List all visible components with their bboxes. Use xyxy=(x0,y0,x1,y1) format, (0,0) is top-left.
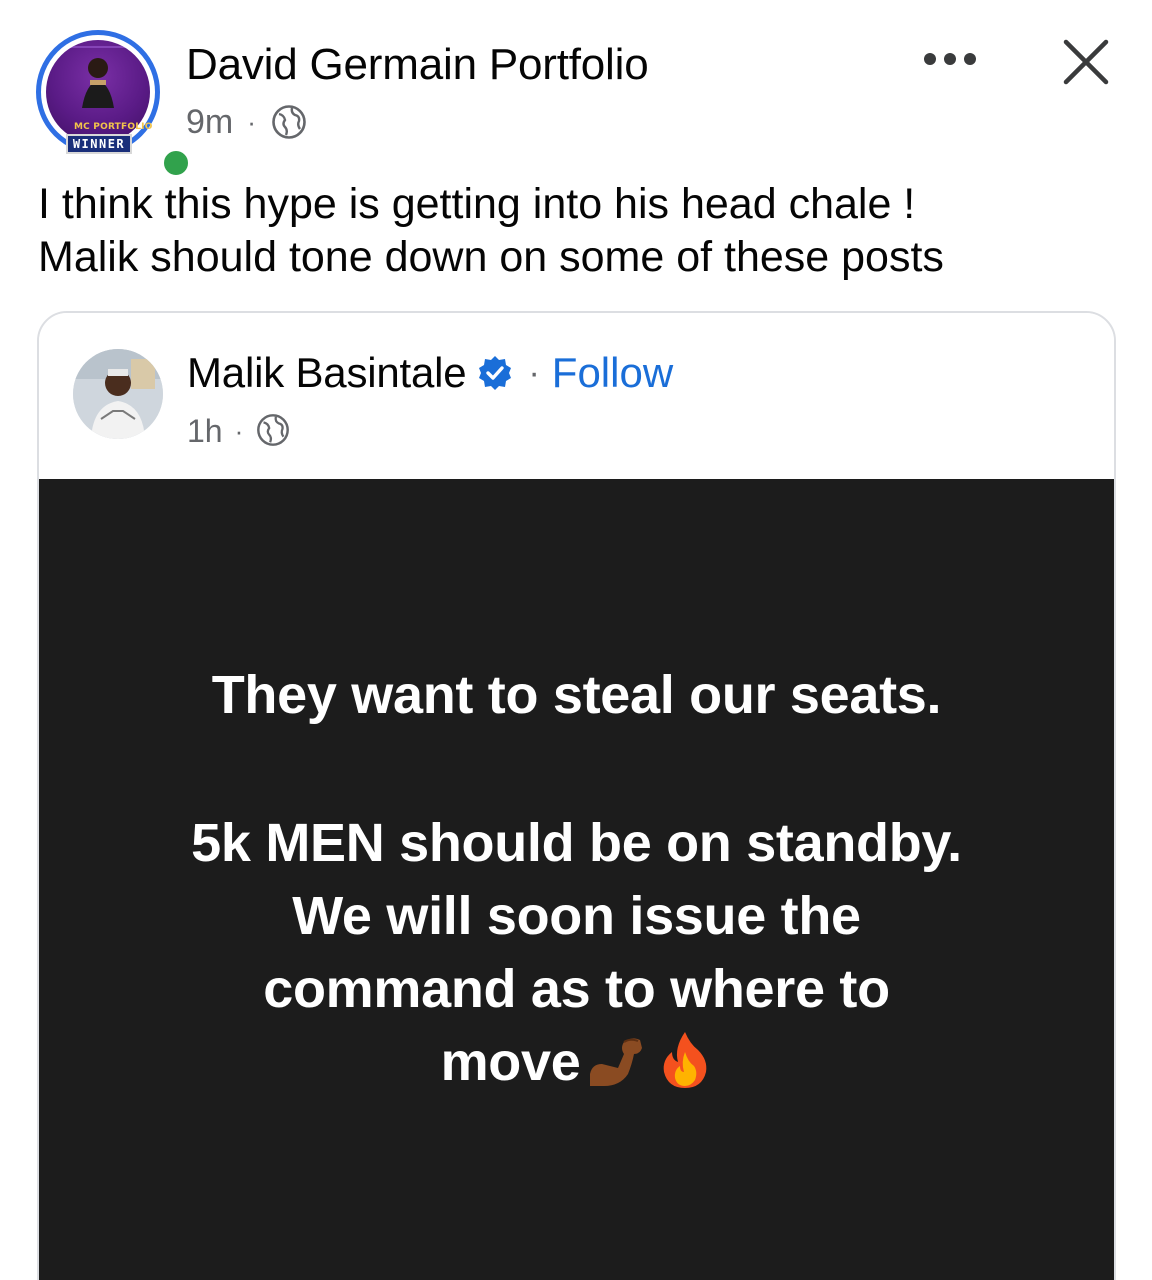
meta-separator: · xyxy=(247,106,256,137)
caption-line: I think this hype is getting into his he… xyxy=(38,180,916,228)
follow-separator: · xyxy=(528,353,540,392)
shared-author-name[interactable]: Malik Basintale xyxy=(187,349,467,397)
caption-line: Malik should tone down on some of these … xyxy=(38,233,944,281)
text-post-background: They want to steal our seats. 5k MEN sho… xyxy=(39,479,1114,1280)
fire-emoji xyxy=(658,1030,712,1109)
post-headline: They want to steal our seats. xyxy=(211,665,942,725)
more-dot xyxy=(924,53,936,65)
shared-post-card[interactable]: Malik Basintale · Follow 1h · They want … xyxy=(37,311,1116,1280)
shared-post-time[interactable]: 1h xyxy=(187,413,223,450)
close-icon[interactable] xyxy=(1058,34,1114,90)
globe-icon xyxy=(270,103,308,141)
avatar-badge-top: MC PORTFOLIO xyxy=(74,122,153,132)
verified-badge-icon xyxy=(476,354,514,392)
page-name[interactable]: David Germain Portfolio xyxy=(186,40,649,90)
meta-separator: · xyxy=(234,415,244,446)
post-meta: 9m · xyxy=(186,100,308,144)
body-line: We will soon issue the xyxy=(292,886,861,946)
body-line: command as to where to xyxy=(263,959,890,1019)
body-line-last: move xyxy=(39,1026,1114,1109)
more-dot xyxy=(964,53,976,65)
page-avatar[interactable]: MC PORTFOLIO WINNER xyxy=(36,30,193,180)
globe-icon xyxy=(255,412,293,450)
body-line: move xyxy=(440,1032,581,1092)
post-time[interactable]: 9m xyxy=(186,103,233,142)
more-options-icon[interactable] xyxy=(920,44,980,74)
shared-post-header: Malik Basintale · Follow 1h · xyxy=(39,313,1114,479)
more-dot xyxy=(944,53,956,65)
avatar-badge-winner: WINNER xyxy=(66,134,132,154)
flexed-biceps-emoji xyxy=(584,1034,654,1109)
body-line: 5k MEN should be on standby. xyxy=(191,813,962,873)
shared-author-avatar[interactable] xyxy=(73,349,163,439)
post-body: 5k MEN should be on standby. We will soo… xyxy=(39,807,1114,1109)
online-status-dot xyxy=(159,146,193,180)
shared-author-row: Malik Basintale · Follow xyxy=(187,347,673,399)
shared-post-meta: 1h · xyxy=(187,409,293,453)
follow-button[interactable]: Follow xyxy=(552,349,673,397)
post-caption: I think this hype is getting into his he… xyxy=(38,178,1128,284)
